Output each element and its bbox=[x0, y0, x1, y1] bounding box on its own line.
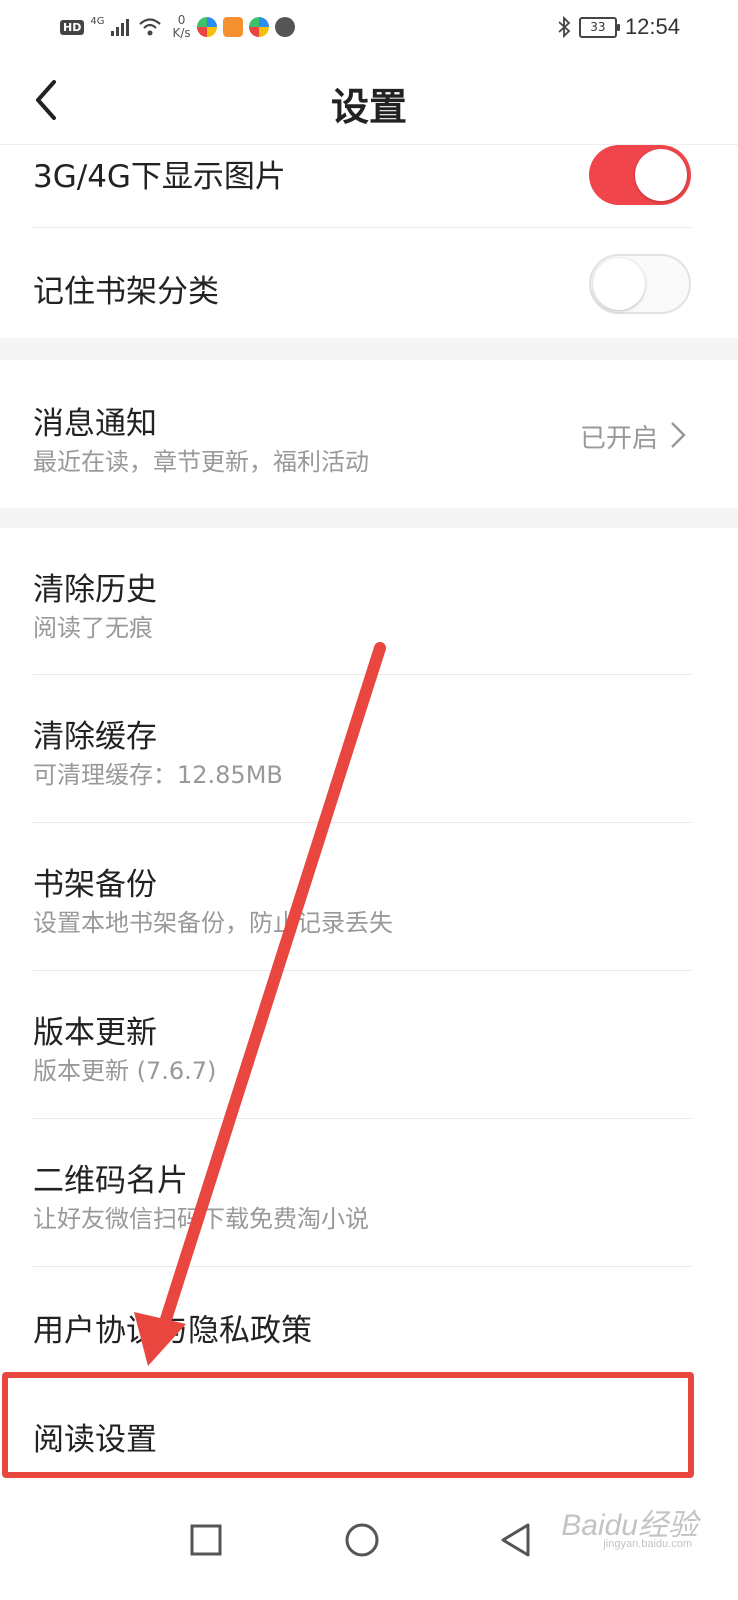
remember-shelf-row: 记住书架分类 bbox=[0, 228, 738, 338]
triangle-back-icon bbox=[501, 1523, 530, 1557]
show-images-toggle[interactable] bbox=[589, 145, 691, 205]
bluetooth-icon bbox=[558, 16, 571, 38]
toggle-knob bbox=[593, 258, 645, 310]
circle-icon bbox=[345, 1523, 379, 1557]
back-nav-button[interactable] bbox=[486, 1510, 546, 1570]
app-notification-icon bbox=[196, 17, 217, 37]
toggle-knob bbox=[635, 149, 687, 201]
section-gap bbox=[0, 508, 738, 528]
shelf-backup-subtitle: 设置本地书架备份，防止记录丢失 bbox=[33, 909, 393, 937]
clear-history-subtitle: 阅读了无痕 bbox=[33, 614, 153, 642]
video-app-icon bbox=[222, 17, 243, 37]
qr-card-row[interactable]: 二维码名片 让好友微信扫码下载免费淘小说 bbox=[0, 1119, 738, 1266]
notifications-label: 消息通知 bbox=[33, 406, 157, 442]
chevron-right-icon bbox=[671, 422, 686, 448]
app-notification-icon-2 bbox=[248, 17, 269, 37]
recent-apps-button[interactable] bbox=[176, 1510, 236, 1570]
status-right: 33 12:54 bbox=[557, 12, 680, 42]
page-title: 设置 bbox=[330, 85, 407, 129]
status-left: HD 4G 0 K/s bbox=[60, 12, 295, 42]
notifications-row[interactable]: 消息通知 最近在读，章节更新，福利活动 已开启 bbox=[0, 360, 738, 508]
agreement-row[interactable]: 用户协议与隐私政策 bbox=[0, 1267, 738, 1373]
status-time: 12:54 bbox=[624, 14, 680, 39]
watermark-url: jingyan.baidu.com bbox=[603, 1538, 692, 1550]
network-type: 4G bbox=[90, 15, 105, 27]
shelf-backup-label: 书架备份 bbox=[33, 867, 157, 903]
remember-shelf-toggle[interactable] bbox=[589, 254, 691, 314]
version-update-row[interactable]: 版本更新 版本更新 (7.6.7) bbox=[0, 971, 738, 1118]
notifications-subtitle: 最近在读，章节更新，福利活动 bbox=[33, 448, 369, 476]
clear-cache-row[interactable]: 清除缓存 可清理缓存：12.85MB bbox=[0, 675, 738, 822]
clear-history-row[interactable]: 清除历史 阅读了无痕 bbox=[0, 528, 738, 674]
app-notification-icon-3 bbox=[274, 17, 295, 37]
clear-cache-label: 清除缓存 bbox=[33, 719, 157, 755]
speed-unit: K/s bbox=[172, 26, 191, 40]
battery-icon: 33 bbox=[578, 16, 620, 38]
signal-icon bbox=[111, 19, 130, 36]
show-images-row: 3G/4G下显示图片 bbox=[0, 145, 738, 227]
show-images-label: 3G/4G下显示图片 bbox=[33, 159, 286, 195]
home-button[interactable] bbox=[332, 1510, 392, 1570]
header: 设置 bbox=[0, 56, 738, 145]
qr-card-label: 二维码名片 bbox=[33, 1163, 188, 1199]
clear-history-label: 清除历史 bbox=[33, 572, 157, 608]
clear-cache-subtitle: 可清理缓存：12.85MB bbox=[33, 761, 283, 789]
shelf-backup-row[interactable]: 书架备份 设置本地书架备份，防止记录丢失 bbox=[0, 823, 738, 970]
section-gap bbox=[0, 338, 738, 360]
annotation-highlight-box bbox=[2, 1372, 694, 1478]
version-update-subtitle: 版本更新 (7.6.7) bbox=[33, 1057, 217, 1085]
network-speed: 0 K/s bbox=[172, 14, 190, 40]
remember-shelf-label: 记住书架分类 bbox=[33, 274, 219, 310]
hd-indicator: HD bbox=[60, 19, 85, 35]
agreement-label: 用户协议与隐私政策 bbox=[33, 1313, 312, 1349]
qr-card-subtitle: 让好友微信扫码下载免费淘小说 bbox=[33, 1205, 369, 1233]
version-update-label: 版本更新 bbox=[33, 1015, 157, 1051]
status-bar: HD 4G 0 K/s 33 12:54 bbox=[0, 0, 738, 56]
wifi-icon bbox=[139, 18, 162, 36]
square-icon bbox=[190, 1524, 222, 1556]
notifications-status: 已开启 bbox=[579, 424, 658, 454]
